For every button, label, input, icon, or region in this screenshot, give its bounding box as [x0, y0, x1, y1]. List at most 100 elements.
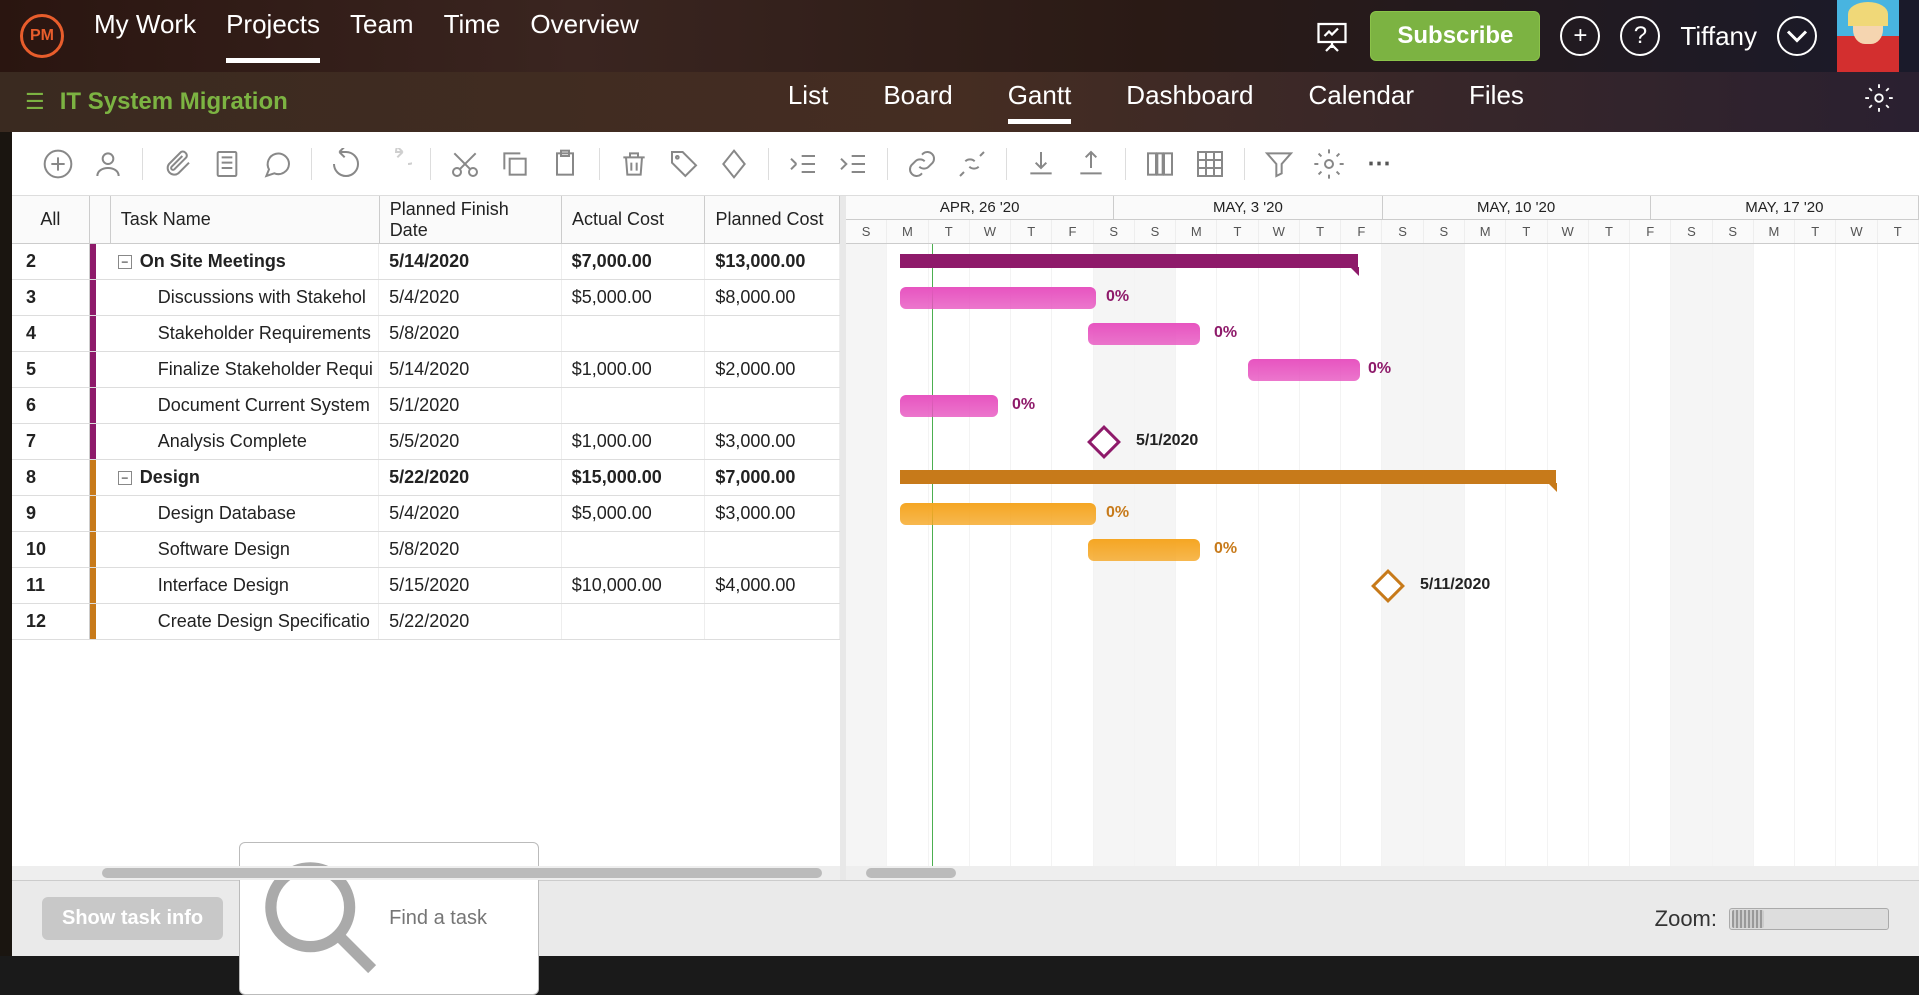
tag-icon[interactable] [668, 148, 700, 180]
tab-calendar[interactable]: Calendar [1309, 80, 1415, 124]
planned-finish[interactable]: 5/22/2020 [379, 460, 562, 495]
table-body[interactable]: 2 −On Site Meetings 5/14/2020 $7,000.00 … [12, 244, 840, 866]
gantt-hscroll[interactable] [846, 866, 1919, 880]
planned-cost[interactable]: $3,000.00 [705, 496, 840, 531]
task-name[interactable]: Finalize Stakeholder Requi [110, 352, 379, 387]
table-row[interactable]: 12 Create Design Specificatio 5/22/2020 [12, 604, 840, 640]
add-task-icon[interactable] [42, 148, 74, 180]
tab-dashboard[interactable]: Dashboard [1126, 80, 1253, 124]
table-row[interactable]: 3 Discussions with Stakehol 5/4/2020 $5,… [12, 280, 840, 316]
col-name[interactable]: Task Name [111, 196, 380, 243]
task-name[interactable]: Software Design [110, 532, 379, 567]
tab-board[interactable]: Board [883, 80, 952, 124]
import-icon[interactable] [1025, 148, 1057, 180]
planned-cost[interactable]: $3,000.00 [705, 424, 840, 459]
copy-icon[interactable] [499, 148, 531, 180]
zoom-slider[interactable] [1729, 908, 1889, 930]
col-finish[interactable]: Planned Finish Date [380, 196, 562, 243]
gantt-task-bar[interactable] [1248, 359, 1360, 381]
export-icon[interactable] [1075, 148, 1107, 180]
collapse-icon[interactable]: − [118, 255, 132, 269]
nav-overview[interactable]: Overview [530, 9, 638, 63]
assign-icon[interactable] [92, 148, 124, 180]
gantt-task-bar[interactable] [1088, 539, 1200, 561]
table-row[interactable]: 5 Finalize Stakeholder Requi 5/14/2020 $… [12, 352, 840, 388]
planned-finish[interactable]: 5/8/2020 [379, 532, 562, 567]
user-menu-chevron[interactable] [1777, 16, 1817, 56]
planned-finish[interactable]: 5/4/2020 [379, 280, 562, 315]
planned-cost[interactable] [705, 316, 840, 351]
redo-icon[interactable] [380, 148, 412, 180]
task-name[interactable]: Discussions with Stakehol [110, 280, 379, 315]
help-button[interactable]: ? [1620, 16, 1660, 56]
cut-icon[interactable] [449, 148, 481, 180]
nav-team[interactable]: Team [350, 9, 414, 63]
settings-icon[interactable] [1313, 148, 1345, 180]
table-row[interactable]: 7 Analysis Complete 5/5/2020 $1,000.00 $… [12, 424, 840, 460]
project-name[interactable]: IT System Migration [60, 88, 288, 116]
actual-cost[interactable]: $5,000.00 [562, 280, 706, 315]
link-icon[interactable] [906, 148, 938, 180]
gantt-row[interactable]: 0% [846, 532, 1919, 568]
gantt-body[interactable]: 0% 0% 0% 0% 5/1/2020 0% 0% 5/11/2020 [846, 244, 1919, 866]
planned-finish[interactable]: 5/15/2020 [379, 568, 562, 603]
milestone-icon[interactable] [718, 148, 750, 180]
tab-files[interactable]: Files [1469, 80, 1524, 124]
subscribe-button[interactable]: Subscribe [1370, 11, 1540, 61]
planned-cost[interactable] [705, 532, 840, 567]
unlink-icon[interactable] [956, 148, 988, 180]
planned-cost[interactable]: $13,000.00 [705, 244, 840, 279]
add-button[interactable]: + [1560, 16, 1600, 56]
planned-cost[interactable]: $4,000.00 [705, 568, 840, 603]
task-name[interactable]: Interface Design [110, 568, 379, 603]
gantt-task-bar[interactable] [1088, 323, 1200, 345]
actual-cost[interactable]: $7,000.00 [562, 244, 706, 279]
task-name[interactable]: Document Current System [110, 388, 379, 423]
indent-icon[interactable] [837, 148, 869, 180]
delete-icon[interactable] [618, 148, 650, 180]
collapse-icon[interactable]: − [118, 471, 132, 485]
planned-finish[interactable]: 5/8/2020 [379, 316, 562, 351]
tab-gantt[interactable]: Gantt [1008, 80, 1072, 124]
planned-cost[interactable]: $8,000.00 [705, 280, 840, 315]
table-row[interactable]: 10 Software Design 5/8/2020 [12, 532, 840, 568]
paste-icon[interactable] [549, 148, 581, 180]
actual-cost[interactable] [562, 604, 706, 639]
search-input[interactable] [389, 907, 524, 930]
gantt-milestone[interactable] [1087, 425, 1121, 459]
planned-finish[interactable]: 5/1/2020 [379, 388, 562, 423]
gantt-row[interactable] [846, 460, 1919, 496]
planned-finish[interactable]: 5/5/2020 [379, 424, 562, 459]
logo[interactable]: PM [20, 14, 64, 58]
gantt-summary-bar[interactable] [900, 470, 1556, 484]
notes-icon[interactable] [211, 148, 243, 180]
table-row[interactable]: 8 −Design 5/22/2020 $15,000.00 $7,000.00 [12, 460, 840, 496]
table-row[interactable]: 11 Interface Design 5/15/2020 $10,000.00… [12, 568, 840, 604]
tab-list[interactable]: List [788, 80, 828, 124]
gantt-row[interactable]: 0% [846, 316, 1919, 352]
actual-cost[interactable] [562, 388, 706, 423]
table-row[interactable]: 6 Document Current System 5/1/2020 [12, 388, 840, 424]
table-row[interactable]: 2 −On Site Meetings 5/14/2020 $7,000.00 … [12, 244, 840, 280]
actual-cost[interactable]: $15,000.00 [562, 460, 706, 495]
task-name[interactable]: Stakeholder Requirements [110, 316, 379, 351]
gantt-row[interactable]: 5/11/2020 [846, 568, 1919, 604]
gantt-task-bar[interactable] [900, 287, 1096, 309]
outdent-icon[interactable] [787, 148, 819, 180]
task-name[interactable]: Analysis Complete [110, 424, 379, 459]
gantt-row[interactable]: 0% [846, 388, 1919, 424]
planned-finish[interactable]: 5/14/2020 [379, 352, 562, 387]
col-all[interactable]: All [12, 196, 90, 243]
nav-my-work[interactable]: My Work [94, 9, 196, 63]
actual-cost[interactable]: $10,000.00 [562, 568, 706, 603]
planned-finish[interactable]: 5/4/2020 [379, 496, 562, 531]
nav-projects[interactable]: Projects [226, 9, 320, 63]
gantt-row[interactable]: 0% [846, 352, 1919, 388]
gantt-row[interactable] [846, 244, 1919, 280]
hamburger-icon[interactable]: ☰ [25, 89, 45, 115]
filter-icon[interactable] [1263, 148, 1295, 180]
planned-finish[interactable]: 5/22/2020 [379, 604, 562, 639]
attach-icon[interactable] [161, 148, 193, 180]
gantt-summary-bar[interactable] [900, 254, 1358, 268]
actual-cost[interactable]: $5,000.00 [562, 496, 706, 531]
